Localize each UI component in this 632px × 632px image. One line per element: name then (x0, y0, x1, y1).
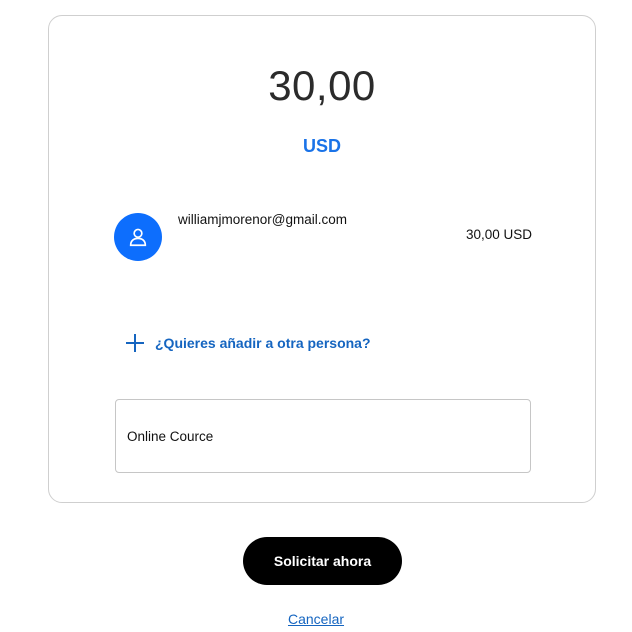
recipient-email: williamjmorenor@gmail.com (178, 212, 347, 227)
request-summary-card: 30,00 USD williamjmorenor@gmail.com 30,0… (48, 15, 596, 503)
avatar (114, 213, 162, 261)
plus-icon (126, 334, 144, 352)
note-field[interactable]: Online Cource (115, 399, 531, 473)
add-person-link[interactable]: ¿Quieres añadir a otra persona? (124, 332, 371, 354)
recipient-amount: 30,00 USD (465, 227, 532, 242)
request-amount: 30,00 (268, 62, 376, 109)
user-icon (129, 228, 147, 247)
recipient-row: williamjmorenor@gmail.com 30,00 USD (114, 212, 532, 263)
request-money-page: 30,00 USD williamjmorenor@gmail.com 30,0… (0, 0, 632, 632)
add-person-label: ¿Quieres añadir a otra persona? (155, 335, 371, 351)
submit-request-button[interactable]: Solicitar ahora (243, 537, 402, 585)
cancel-link[interactable]: Cancelar (0, 611, 632, 627)
currency-code: USD (302, 136, 341, 156)
